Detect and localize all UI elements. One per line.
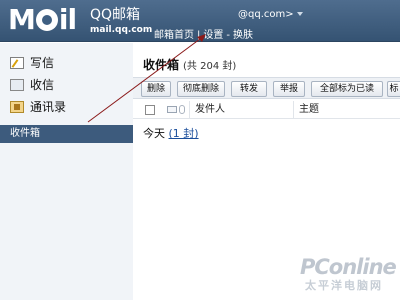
mark-menu-button[interactable]: 标 bbox=[387, 81, 400, 97]
report-button[interactable]: 举报 bbox=[273, 81, 305, 97]
inbox-icon bbox=[10, 79, 24, 91]
list-header: 发件人 主题 bbox=[133, 101, 400, 119]
envelope-icon bbox=[167, 106, 177, 113]
account-menu[interactable]: @qq.com> bbox=[238, 9, 303, 20]
date-group-today: 今天 (1 封) bbox=[143, 125, 199, 141]
brand-name: QQ邮箱 bbox=[90, 7, 141, 23]
watermark-logo: PConline bbox=[300, 255, 397, 279]
qq-mail-logo[interactable]: Mil bbox=[8, 5, 77, 35]
mail-toolbar: 删除 彻底删除 转发 举报 全部标为已读 标 bbox=[133, 77, 400, 99]
sidebar-item-contacts[interactable]: 通讯录 bbox=[10, 98, 66, 116]
link-separator: | bbox=[197, 30, 201, 41]
permanent-delete-button[interactable]: 彻底删除 bbox=[177, 81, 225, 97]
watermark-subtitle: 太平洋电脑网 bbox=[305, 279, 383, 292]
link-mail-home[interactable]: 邮箱首页 bbox=[154, 30, 194, 41]
delete-button[interactable]: 删除 bbox=[141, 81, 171, 97]
header-bar: Mil QQ邮箱 mail.qq.com @qq.com> 邮箱首页 | 设置 - 换肤 bbox=[0, 0, 400, 42]
link-skin[interactable]: 换肤 bbox=[233, 30, 253, 41]
compose-icon bbox=[10, 57, 24, 69]
sidebar-item-label: 通讯录 bbox=[30, 100, 67, 114]
column-sender[interactable]: 发件人 bbox=[195, 101, 225, 119]
chevron-down-icon[interactable] bbox=[296, 12, 303, 16]
sidebar-item-inbox[interactable]: 收信 bbox=[10, 76, 54, 94]
top-links: 邮箱首页 | 设置 - 换肤 bbox=[154, 26, 253, 41]
select-all-checkbox[interactable] bbox=[145, 105, 155, 115]
folder-title: 收件箱 bbox=[143, 58, 180, 72]
column-divider bbox=[293, 101, 294, 119]
sidebar-item-label: 收信 bbox=[30, 78, 55, 92]
link-settings[interactable]: 设置 bbox=[203, 30, 223, 41]
forward-button[interactable]: 转发 bbox=[231, 81, 267, 97]
attachment-icon bbox=[179, 105, 185, 114]
sidebar-item-label: 写信 bbox=[30, 56, 55, 70]
column-divider bbox=[189, 101, 190, 119]
message-count: (共 204 封) bbox=[183, 61, 237, 72]
brand-domain: mail.qq.com bbox=[90, 25, 153, 35]
sidebar: 写信 收信 通讯录 收件箱 bbox=[0, 43, 133, 300]
link-separator: - bbox=[226, 30, 230, 41]
sidebar-folder-inbox[interactable]: 收件箱 bbox=[0, 125, 133, 143]
column-subject[interactable]: 主题 bbox=[299, 101, 319, 119]
sidebar-item-compose[interactable]: 写信 bbox=[10, 54, 54, 72]
contacts-icon bbox=[10, 101, 24, 113]
logo-o-mark bbox=[35, 9, 58, 31]
mark-all-read-button[interactable]: 全部标为已读 bbox=[311, 81, 383, 97]
page-title: 收件箱 (共 204 封) bbox=[143, 56, 236, 73]
date-group-count-link[interactable]: (1 封) bbox=[169, 127, 199, 140]
account-email[interactable]: @qq.com> bbox=[238, 9, 294, 20]
date-group-label: 今天 bbox=[143, 127, 165, 140]
